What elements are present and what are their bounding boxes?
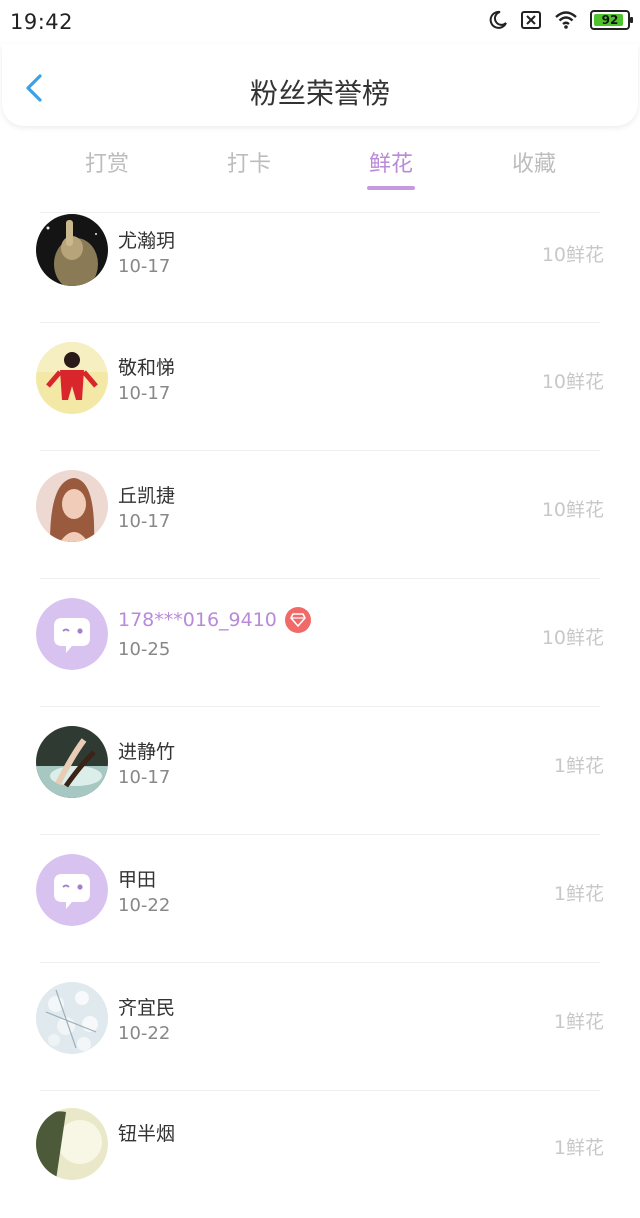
fan-list-item[interactable]: 进静竹 10-17 1鲜花: [0, 706, 640, 834]
tab-reward[interactable]: 打赏: [47, 146, 167, 178]
moon-icon: [489, 10, 507, 29]
battery-tip: [630, 17, 633, 23]
flower-count: 10鲜花: [541, 244, 604, 266]
divider: [40, 962, 600, 963]
tab-bar: 打赏 打卡 鲜花 收藏: [0, 138, 640, 198]
fan-date: 10-17: [118, 256, 171, 277]
fan-name: 甲田: [118, 869, 157, 891]
fan-name: 178***016_9410: [118, 609, 277, 631]
fan-list-item[interactable]: 敬和悌 10-17 10鲜花: [0, 322, 640, 450]
fan-name: 齐宜民: [118, 997, 176, 1019]
flower-count: 10鲜花: [541, 627, 604, 649]
divider: [40, 706, 600, 707]
battery-level: 92: [601, 13, 619, 27]
tab-checkin[interactable]: 打卡: [189, 146, 309, 178]
flower-count: 1鲜花: [553, 755, 604, 777]
flower-count: 1鲜花: [553, 1137, 604, 1159]
fan-name-row: 178***016_9410: [118, 607, 311, 633]
divider: [40, 212, 600, 213]
page-title: 粉丝荣誉榜: [249, 77, 390, 110]
avatar[interactable]: [36, 470, 108, 542]
status-bar: 19:42 92: [0, 0, 640, 44]
fan-list-item[interactable]: 丘凯捷 10-17 10鲜花: [0, 450, 640, 578]
fan-list-item[interactable]: 钮半烟 1鲜花: [0, 1090, 640, 1218]
status-time: 19:42: [10, 10, 74, 34]
tab-flowers[interactable]: 鲜花: [331, 146, 451, 178]
fan-name: 尤瀚玥: [118, 230, 176, 252]
fan-date: 10-17: [118, 383, 171, 404]
active-tab-indicator: [367, 186, 415, 190]
fan-date: 10-17: [118, 511, 171, 532]
divider: [40, 834, 600, 835]
fan-date: 10-22: [118, 1023, 171, 1044]
fan-name: 钮半烟: [118, 1123, 176, 1145]
fan-list-item[interactable]: 甲田 10-22 1鲜花: [0, 834, 640, 962]
fan-name: 敬和悌: [118, 357, 176, 379]
divider: [40, 1090, 600, 1091]
fan-date: 10-17: [118, 767, 171, 788]
battery-icon: 92: [590, 10, 633, 30]
fan-date: 10-25: [118, 639, 171, 660]
flower-count: 1鲜花: [553, 883, 604, 905]
flower-count: 10鲜花: [541, 371, 604, 393]
fan-list-item[interactable]: 齐宜民 10-22 1鲜花: [0, 962, 640, 1090]
no-sim-icon: [521, 11, 541, 29]
avatar[interactable]: [36, 214, 108, 286]
tab-favorites[interactable]: 收藏: [474, 146, 594, 178]
divider: [40, 322, 600, 323]
avatar[interactable]: [36, 726, 108, 798]
fan-list-item[interactable]: 178***016_9410 10-25 10鲜花: [0, 578, 640, 706]
divider: [40, 450, 600, 451]
fan-name: 丘凯捷: [118, 485, 176, 507]
fan-date: 10-22: [118, 895, 171, 916]
avatar[interactable]: [36, 854, 108, 926]
divider: [40, 578, 600, 579]
avatar[interactable]: [36, 598, 108, 670]
flower-count: 10鲜花: [541, 499, 604, 521]
avatar[interactable]: [36, 1108, 108, 1180]
vip-diamond-icon: [284, 607, 311, 633]
default-chat-avatar-icon: [36, 598, 108, 670]
fan-name: 进静竹: [118, 741, 176, 763]
wifi-icon: [555, 11, 577, 29]
avatar[interactable]: [36, 342, 108, 414]
fan-list-item[interactable]: 尤瀚玥 10-17 10鲜花: [0, 212, 640, 340]
default-chat-avatar-icon: [36, 854, 108, 926]
status-icons: 92: [488, 10, 633, 30]
avatar[interactable]: [36, 982, 108, 1054]
flower-count: 1鲜花: [553, 1011, 604, 1033]
page-header: 粉丝荣誉榜: [2, 44, 638, 126]
